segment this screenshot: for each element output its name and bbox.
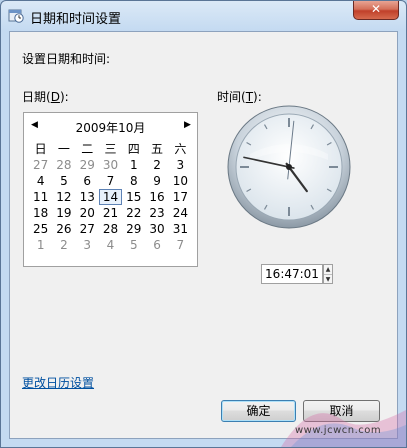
calendar-day[interactable]: 30	[145, 221, 168, 237]
calendar-day[interactable]: 8	[122, 173, 145, 189]
calendar-day[interactable]: 10	[169, 173, 192, 189]
calendar[interactable]: ◀ 2009年10月 ▶ 日 一 二 三 四 五 六 27 28 29 30 1…	[23, 112, 198, 267]
calendar-day-other-month[interactable]: 28	[52, 157, 75, 173]
dialog-content: 设置日期和时间: 日期(D): 时间(T): ◀ 2009年10月 ▶ 日 一 …	[9, 31, 398, 439]
calendar-day[interactable]: 1	[122, 157, 145, 173]
change-calendar-settings-link[interactable]: 更改日历设置	[22, 374, 94, 391]
calendar-day[interactable]: 25	[29, 221, 52, 237]
calendar-week-row: 25 26 27 28 29 30 31	[29, 221, 192, 237]
calendar-grid: 日 一 二 三 四 五 六 27 28 29 30 1 2 3 4 5 6 7 …	[29, 141, 192, 253]
calendar-day[interactable]: 6	[76, 173, 99, 189]
calendar-day[interactable]: 24	[169, 205, 192, 221]
next-month-arrow-icon[interactable]: ▶	[184, 120, 191, 130]
calendar-day[interactable]: 31	[169, 221, 192, 237]
time-label: 时间(T):	[217, 88, 262, 105]
close-button[interactable]: ✕	[353, 1, 399, 20]
calendar-day[interactable]: 11	[29, 189, 52, 205]
watermark-text: www.jcwcn.com	[295, 425, 382, 436]
calendar-week-row: 1 2 3 4 5 6 7	[29, 237, 192, 253]
calendar-day-other-month[interactable]: 27	[29, 157, 52, 173]
calendar-day[interactable]: 5	[52, 173, 75, 189]
calendar-day[interactable]: 13	[76, 189, 99, 205]
clock-center-pin	[286, 164, 292, 170]
analog-clock	[227, 105, 351, 229]
calendar-day[interactable]: 21	[99, 205, 122, 221]
title-bar[interactable]: 日期和时间设置 ✕	[1, 1, 406, 31]
spin-up-icon[interactable]: ▲	[324, 265, 332, 275]
calendar-day[interactable]: 22	[122, 205, 145, 221]
section-heading: 设置日期和时间:	[22, 52, 111, 66]
calendar-day[interactable]: 4	[29, 173, 52, 189]
date-label-suffix: ):	[59, 90, 69, 104]
calendar-week-row: 11 12 13 14 15 16 17	[29, 189, 192, 205]
weekday-header: 四	[127, 142, 140, 156]
calendar-day-other-month[interactable]: 29	[76, 157, 99, 173]
time-input[interactable]: 16:47:01	[261, 264, 323, 284]
weekday-header: 六	[174, 142, 187, 156]
calendar-day[interactable]: 16	[145, 189, 168, 205]
watermark-logo	[281, 410, 406, 447]
close-icon: ✕	[370, 2, 382, 16]
date-label-accesskey: D	[50, 90, 60, 104]
calendar-day[interactable]: 27	[76, 221, 99, 237]
calendar-day[interactable]: 2	[145, 157, 168, 173]
calendar-week-row: 4 5 6 7 8 9 10	[29, 173, 192, 189]
calendar-month-title[interactable]: 2009年10月	[24, 119, 197, 136]
weekday-header: 三	[104, 142, 117, 156]
calendar-day[interactable]: 23	[145, 205, 168, 221]
calendar-day[interactable]: 17	[169, 189, 192, 205]
calendar-day[interactable]: 9	[145, 173, 168, 189]
calendar-day-other-month[interactable]: 3	[76, 237, 99, 253]
date-time-icon	[8, 9, 24, 23]
weekday-header: 二	[81, 142, 94, 156]
window-title: 日期和时间设置	[30, 12, 122, 27]
calendar-day[interactable]: 12	[52, 189, 75, 205]
weekday-header-row: 日 一 二 三 四 五 六	[29, 141, 192, 157]
calendar-day[interactable]: 19	[52, 205, 75, 221]
spin-down-icon[interactable]: ▼	[324, 275, 332, 284]
calendar-day-other-month[interactable]: 7	[169, 237, 192, 253]
calendar-day-selected[interactable]: 14	[98, 189, 123, 205]
calendar-day[interactable]: 18	[29, 205, 52, 221]
time-label-accesskey: T	[245, 90, 254, 104]
time-label-suffix: ):	[253, 90, 262, 104]
date-label: 日期(D):	[22, 88, 69, 105]
time-spinner[interactable]: ▲ ▼	[323, 264, 333, 284]
calendar-day-other-month[interactable]: 4	[99, 237, 122, 253]
calendar-week-row: 18 19 20 21 22 23 24	[29, 205, 192, 221]
date-label-prefix: 日期(	[22, 90, 51, 104]
calendar-week-row: 27 28 29 30 1 2 3	[29, 157, 192, 173]
time-label-prefix: 时间(	[217, 90, 246, 104]
calendar-day[interactable]: 29	[122, 221, 145, 237]
calendar-day-other-month[interactable]: 6	[145, 237, 168, 253]
calendar-day[interactable]: 15	[122, 189, 145, 205]
weekday-header: 五	[151, 142, 164, 156]
calendar-day-other-month[interactable]: 2	[52, 237, 75, 253]
weekday-header: 一	[57, 142, 70, 156]
calendar-day-other-month[interactable]: 1	[29, 237, 52, 253]
weekday-header: 日	[34, 142, 47, 156]
calendar-day-other-month[interactable]: 30	[99, 157, 122, 173]
calendar-day[interactable]: 28	[99, 221, 122, 237]
calendar-day[interactable]: 20	[76, 205, 99, 221]
calendar-day[interactable]: 26	[52, 221, 75, 237]
calendar-day[interactable]: 3	[169, 157, 192, 173]
dialog-window: 日期和时间设置 ✕ 设置日期和时间: 日期(D): 时间(T): ◀ 2009年…	[0, 0, 407, 448]
calendar-day-other-month[interactable]: 5	[122, 237, 145, 253]
calendar-day[interactable]: 7	[99, 173, 122, 189]
